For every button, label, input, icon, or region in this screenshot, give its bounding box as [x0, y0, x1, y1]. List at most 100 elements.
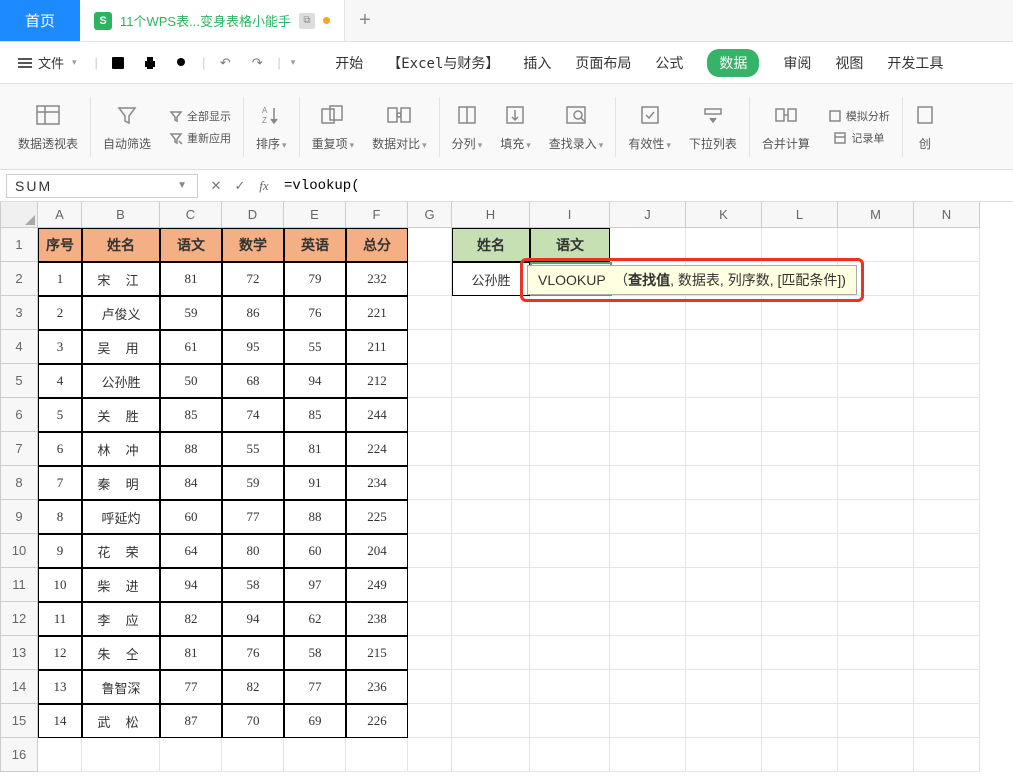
table-cell[interactable]: 50: [160, 364, 222, 398]
table-cell[interactable]: 3: [38, 330, 82, 364]
table-cell[interactable]: 宋 江: [82, 262, 160, 296]
table-cell[interactable]: 公孙胜: [82, 364, 160, 398]
duplicates-button[interactable]: 重复项▾: [304, 90, 363, 164]
cell[interactable]: [408, 398, 452, 432]
cell[interactable]: [408, 466, 452, 500]
cell[interactable]: [838, 602, 914, 636]
file-menu[interactable]: 文件 ▾: [10, 49, 85, 76]
cell[interactable]: [452, 704, 530, 738]
cell[interactable]: [686, 636, 762, 670]
cell[interactable]: [762, 602, 838, 636]
cell[interactable]: [914, 364, 980, 398]
table-cell[interactable]: 81: [160, 636, 222, 670]
cell[interactable]: [914, 432, 980, 466]
row-header-9[interactable]: 9: [0, 500, 38, 534]
col-header-H[interactable]: H: [452, 202, 530, 228]
cell[interactable]: [762, 500, 838, 534]
tab-layout[interactable]: 页面布局: [575, 53, 631, 73]
table-cell[interactable]: 82: [222, 670, 284, 704]
cell[interactable]: [408, 500, 452, 534]
dropdown-list-button[interactable]: 下拉列表: [681, 90, 745, 164]
pivot-button[interactable]: 数据透视表: [10, 90, 86, 164]
row-header-4[interactable]: 4: [0, 330, 38, 364]
cell[interactable]: [452, 534, 530, 568]
print-icon[interactable]: [138, 51, 162, 75]
table-cell[interactable]: 13: [38, 670, 82, 704]
table-cell[interactable]: 85: [284, 398, 346, 432]
cell[interactable]: [762, 330, 838, 364]
table-cell[interactable]: 10: [38, 568, 82, 602]
cell[interactable]: [610, 500, 686, 534]
cell[interactable]: [530, 568, 610, 602]
table-cell[interactable]: 94: [160, 568, 222, 602]
col-header-N[interactable]: N: [914, 202, 980, 228]
col-header-G[interactable]: G: [408, 202, 452, 228]
row-header-6[interactable]: 6: [0, 398, 38, 432]
cell[interactable]: [914, 704, 980, 738]
table-cell[interactable]: 武 松: [82, 704, 160, 738]
cell[interactable]: [610, 602, 686, 636]
table-cell[interactable]: 72: [222, 262, 284, 296]
table-cell[interactable]: 55: [222, 432, 284, 466]
cell[interactable]: [838, 432, 914, 466]
new-tab-button[interactable]: +: [345, 0, 385, 41]
cell[interactable]: [838, 398, 914, 432]
cell[interactable]: [452, 296, 530, 330]
cell[interactable]: [762, 228, 838, 262]
save-icon[interactable]: [106, 51, 130, 75]
cell[interactable]: [838, 500, 914, 534]
table-cell[interactable]: 212: [346, 364, 408, 398]
cell[interactable]: [452, 398, 530, 432]
home-tab[interactable]: 首页: [0, 0, 80, 41]
cell[interactable]: [762, 670, 838, 704]
cell[interactable]: [762, 704, 838, 738]
cell[interactable]: [686, 228, 762, 262]
table-cell[interactable]: 236: [346, 670, 408, 704]
cell[interactable]: [914, 602, 980, 636]
cell[interactable]: [686, 704, 762, 738]
col-header-J[interactable]: J: [610, 202, 686, 228]
table-cell[interactable]: 95: [222, 330, 284, 364]
table-cell[interactable]: 234: [346, 466, 408, 500]
consolidate-button[interactable]: 合并计算: [754, 90, 818, 164]
row-header-10[interactable]: 10: [0, 534, 38, 568]
table-cell[interactable]: 69: [284, 704, 346, 738]
table-cell[interactable]: 238: [346, 602, 408, 636]
table-cell[interactable]: 224: [346, 432, 408, 466]
table-cell[interactable]: 卢俊义: [82, 296, 160, 330]
table-cell[interactable]: 84: [160, 466, 222, 500]
cell[interactable]: [838, 364, 914, 398]
cell[interactable]: [914, 262, 980, 296]
fx-button[interactable]: fx: [252, 174, 276, 198]
cell[interactable]: [686, 398, 762, 432]
name-box-dropdown-icon[interactable]: ▼: [177, 180, 189, 191]
table-cell[interactable]: 68: [222, 364, 284, 398]
cell[interactable]: [610, 330, 686, 364]
cell[interactable]: [914, 398, 980, 432]
cell[interactable]: [838, 466, 914, 500]
cell[interactable]: [530, 500, 610, 534]
table-cell[interactable]: 64: [160, 534, 222, 568]
cell[interactable]: [762, 398, 838, 432]
table-cell[interactable]: 85: [160, 398, 222, 432]
row-header-8[interactable]: 8: [0, 466, 38, 500]
table-cell[interactable]: 11: [38, 602, 82, 636]
tab-insert[interactable]: 插入: [523, 53, 551, 73]
cell[interactable]: [686, 330, 762, 364]
cell[interactable]: [530, 636, 610, 670]
table-cell[interactable]: 80: [222, 534, 284, 568]
table-cell[interactable]: 87: [160, 704, 222, 738]
col-header-K[interactable]: K: [686, 202, 762, 228]
row-header-13[interactable]: 13: [0, 636, 38, 670]
cell[interactable]: [914, 636, 980, 670]
find-record-button[interactable]: 查找录入▾: [541, 90, 612, 164]
cell[interactable]: [914, 568, 980, 602]
cell[interactable]: [610, 568, 686, 602]
table-cell[interactable]: 李 应: [82, 602, 160, 636]
tab-excel-finance[interactable]: 【Excel与财务】: [387, 53, 499, 73]
table-cell[interactable]: 94: [284, 364, 346, 398]
table-cell[interactable]: 林 冲: [82, 432, 160, 466]
table-cell[interactable]: 76: [222, 636, 284, 670]
qat-dropdown[interactable]: ▾: [291, 57, 296, 68]
formula-input[interactable]: =vlookup(: [276, 178, 1013, 194]
